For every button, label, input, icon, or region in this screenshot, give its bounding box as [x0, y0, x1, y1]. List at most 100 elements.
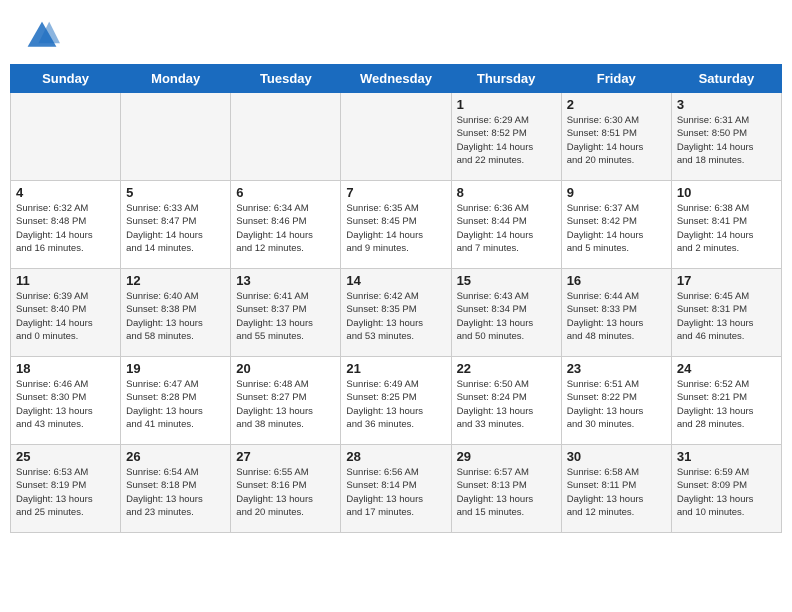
day-info: Sunrise: 6:58 AMSunset: 8:11 PMDaylight:… — [567, 466, 666, 519]
day-cell: 24Sunrise: 6:52 AMSunset: 8:21 PMDayligh… — [671, 357, 781, 445]
col-header-tuesday: Tuesday — [231, 65, 341, 93]
day-info: Sunrise: 6:41 AMSunset: 8:37 PMDaylight:… — [236, 290, 335, 343]
day-cell: 9 Sunrise: 6:37 AMSunset: 8:42 PMDaylight… — [561, 181, 671, 269]
day-info: Sunrise: 6:30 AMSunset: 8:51 PMDaylight:… — [567, 114, 666, 167]
day-cell: 5Sunrise: 6:33 AMSunset: 8:47 PMDaylight… — [121, 181, 231, 269]
page-header — [0, 0, 792, 64]
day-info: Sunrise: 6:37 AMSunset: 8:42 PMDaylight:… — [567, 202, 666, 255]
day-info: Sunrise: 6:49 AMSunset: 8:25 PMDaylight:… — [346, 378, 445, 431]
day-number: 11 — [16, 273, 115, 288]
day-number: 16 — [567, 273, 666, 288]
col-header-saturday: Saturday — [671, 65, 781, 93]
day-info: Sunrise: 6:39 AMSunset: 8:40 PMDaylight:… — [16, 290, 115, 343]
day-info: Sunrise: 6:29 AMSunset: 8:52 PMDaylight:… — [457, 114, 556, 167]
day-info: Sunrise: 6:36 AMSunset: 8:44 PMDaylight:… — [457, 202, 556, 255]
day-info: Sunrise: 6:53 AMSunset: 8:19 PMDaylight:… — [16, 466, 115, 519]
day-cell: 2 Sunrise: 6:30 AMSunset: 8:51 PMDaylight… — [561, 93, 671, 181]
day-info: Sunrise: 6:57 AMSunset: 8:13 PMDaylight:… — [457, 466, 556, 519]
day-cell: 12 Sunrise: 6:40 AMSunset: 8:38 PMDayligh… — [121, 269, 231, 357]
day-info: Sunrise: 6:47 AMSunset: 8:28 PMDaylight:… — [126, 378, 225, 431]
day-number: 1 — [457, 97, 556, 112]
day-cell: 13 Sunrise: 6:41 AMSunset: 8:37 PMDayligh… — [231, 269, 341, 357]
day-info: Sunrise: 6:52 AMSunset: 8:21 PMDaylight:… — [677, 378, 776, 431]
day-cell: 17 Sunrise: 6:45 AMSunset: 8:31 PMDayligh… — [671, 269, 781, 357]
day-info: Sunrise: 6:48 AMSunset: 8:27 PMDaylight:… — [236, 378, 335, 431]
day-number: 28 — [346, 449, 445, 464]
day-cell: 16Sunrise: 6:44 AMSunset: 8:33 PMDayligh… — [561, 269, 671, 357]
week-row-4: 18 Sunrise: 6:46 AMSunset: 8:30 PMDayligh… — [11, 357, 782, 445]
day-cell: 20 Sunrise: 6:48 AMSunset: 8:27 PMDayligh… — [231, 357, 341, 445]
day-cell: 1 Sunrise: 6:29 AMSunset: 8:52 PMDaylight… — [451, 93, 561, 181]
day-cell: 19 Sunrise: 6:47 AMSunset: 8:28 PMDayligh… — [121, 357, 231, 445]
day-number: 14 — [346, 273, 445, 288]
day-cell: 31Sunrise: 6:59 AMSunset: 8:09 PMDayligh… — [671, 445, 781, 533]
col-header-wednesday: Wednesday — [341, 65, 451, 93]
day-number: 20 — [236, 361, 335, 376]
day-info: Sunrise: 6:43 AMSunset: 8:34 PMDaylight:… — [457, 290, 556, 343]
day-cell: 21Sunrise: 6:49 AMSunset: 8:25 PMDayligh… — [341, 357, 451, 445]
day-number: 6 — [236, 185, 335, 200]
day-cell: 6 Sunrise: 6:34 AMSunset: 8:46 PMDaylight… — [231, 181, 341, 269]
day-cell: 29Sunrise: 6:57 AMSunset: 8:13 PMDayligh… — [451, 445, 561, 533]
page-container: SundayMondayTuesdayWednesdayThursdayFrid… — [0, 0, 792, 543]
day-info: Sunrise: 6:46 AMSunset: 8:30 PMDaylight:… — [16, 378, 115, 431]
day-info: Sunrise: 6:34 AMSunset: 8:46 PMDaylight:… — [236, 202, 335, 255]
day-number: 22 — [457, 361, 556, 376]
day-cell: 26 Sunrise: 6:54 AMSunset: 8:18 PMDayligh… — [121, 445, 231, 533]
day-cell: 23 Sunrise: 6:51 AMSunset: 8:22 PMDayligh… — [561, 357, 671, 445]
day-number: 18 — [16, 361, 115, 376]
day-info: Sunrise: 6:45 AMSunset: 8:31 PMDaylight:… — [677, 290, 776, 343]
day-info: Sunrise: 6:31 AMSunset: 8:50 PMDaylight:… — [677, 114, 776, 167]
day-cell — [121, 93, 231, 181]
day-number: 12 — [126, 273, 225, 288]
day-cell: 10Sunrise: 6:38 AMSunset: 8:41 PMDayligh… — [671, 181, 781, 269]
day-cell: 4 Sunrise: 6:32 AMSunset: 8:48 PMDaylight… — [11, 181, 121, 269]
day-number: 7 — [346, 185, 445, 200]
calendar-body: 1 Sunrise: 6:29 AMSunset: 8:52 PMDaylight… — [11, 93, 782, 533]
day-cell: 30 Sunrise: 6:58 AMSunset: 8:11 PMDayligh… — [561, 445, 671, 533]
day-number: 13 — [236, 273, 335, 288]
day-info: Sunrise: 6:38 AMSunset: 8:41 PMDaylight:… — [677, 202, 776, 255]
col-header-monday: Monday — [121, 65, 231, 93]
calendar-header: SundayMondayTuesdayWednesdayThursdayFrid… — [11, 65, 782, 93]
col-header-friday: Friday — [561, 65, 671, 93]
day-cell: 15Sunrise: 6:43 AMSunset: 8:34 PMDayligh… — [451, 269, 561, 357]
week-row-5: 25Sunrise: 6:53 AMSunset: 8:19 PMDayligh… — [11, 445, 782, 533]
day-number: 26 — [126, 449, 225, 464]
day-info: Sunrise: 6:59 AMSunset: 8:09 PMDaylight:… — [677, 466, 776, 519]
day-cell: 7 Sunrise: 6:35 AMSunset: 8:45 PMDaylight… — [341, 181, 451, 269]
calendar-wrapper: SundayMondayTuesdayWednesdayThursdayFrid… — [0, 64, 792, 543]
day-cell: 3 Sunrise: 6:31 AMSunset: 8:50 PMDaylight… — [671, 93, 781, 181]
col-header-thursday: Thursday — [451, 65, 561, 93]
day-info: Sunrise: 6:42 AMSunset: 8:35 PMDaylight:… — [346, 290, 445, 343]
day-cell: 22Sunrise: 6:50 AMSunset: 8:24 PMDayligh… — [451, 357, 561, 445]
day-number: 9 — [567, 185, 666, 200]
day-cell: 18 Sunrise: 6:46 AMSunset: 8:30 PMDayligh… — [11, 357, 121, 445]
logo-icon — [24, 18, 60, 54]
day-number: 30 — [567, 449, 666, 464]
day-info: Sunrise: 6:33 AMSunset: 8:47 PMDaylight:… — [126, 202, 225, 255]
day-number: 2 — [567, 97, 666, 112]
day-cell: 27 Sunrise: 6:55 AMSunset: 8:16 PMDayligh… — [231, 445, 341, 533]
col-header-sunday: Sunday — [11, 65, 121, 93]
day-info: Sunrise: 6:56 AMSunset: 8:14 PMDaylight:… — [346, 466, 445, 519]
day-cell — [11, 93, 121, 181]
day-info: Sunrise: 6:51 AMSunset: 8:22 PMDaylight:… — [567, 378, 666, 431]
day-number: 3 — [677, 97, 776, 112]
day-info: Sunrise: 6:55 AMSunset: 8:16 PMDaylight:… — [236, 466, 335, 519]
day-cell: 25Sunrise: 6:53 AMSunset: 8:19 PMDayligh… — [11, 445, 121, 533]
day-info: Sunrise: 6:54 AMSunset: 8:18 PMDaylight:… — [126, 466, 225, 519]
day-info: Sunrise: 6:35 AMSunset: 8:45 PMDaylight:… — [346, 202, 445, 255]
day-number: 4 — [16, 185, 115, 200]
day-info: Sunrise: 6:40 AMSunset: 8:38 PMDaylight:… — [126, 290, 225, 343]
day-cell — [231, 93, 341, 181]
day-number: 27 — [236, 449, 335, 464]
day-cell: 8 Sunrise: 6:36 AMSunset: 8:44 PMDaylight… — [451, 181, 561, 269]
day-number: 17 — [677, 273, 776, 288]
day-info: Sunrise: 6:32 AMSunset: 8:48 PMDaylight:… — [16, 202, 115, 255]
day-number: 19 — [126, 361, 225, 376]
day-number: 8 — [457, 185, 556, 200]
logo — [24, 18, 66, 54]
day-number: 23 — [567, 361, 666, 376]
calendar-table: SundayMondayTuesdayWednesdayThursdayFrid… — [10, 64, 782, 533]
